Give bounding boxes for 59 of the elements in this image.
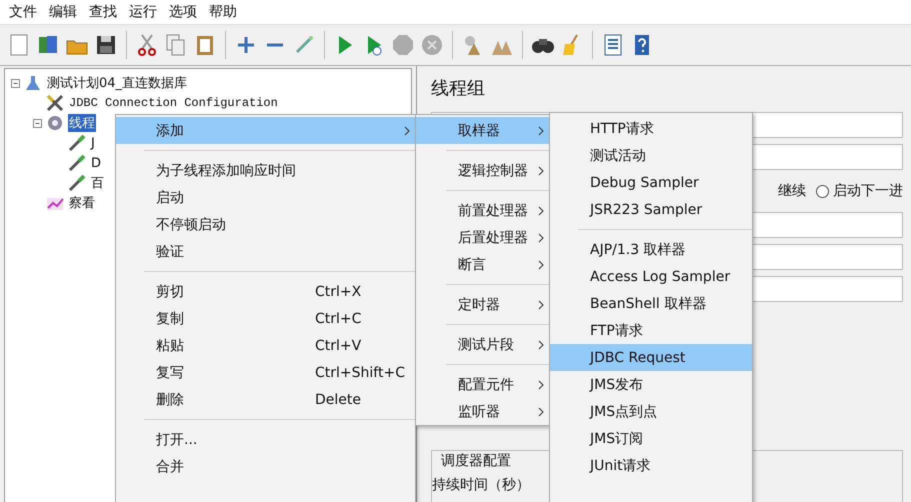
menu-item[interactable]: AJP/1.3 取样器 [550,236,752,263]
menu-item[interactable]: 配置元件 [416,371,549,398]
collapse-toggle[interactable] [11,78,20,88]
sampler-icon [68,134,86,152]
menu-item[interactable]: 删除 Delete [116,386,415,413]
menu-item[interactable]: 不停顿启动 [116,211,415,238]
menu-item[interactable]: BeanShell 取样器 [550,290,752,317]
tree-item[interactable]: 线程 [68,114,96,132]
tree-item[interactable]: 察看 [68,194,96,212]
menu-item[interactable]: 断言 [416,251,549,278]
menu-item[interactable]: 复制 Ctrl+C [116,305,415,332]
menu-item[interactable]: JMS发布 [550,371,752,398]
tree-item[interactable]: J [90,136,96,150]
menu-item[interactable]: JDBC Request [550,344,752,371]
menu-item[interactable]: 剪切 Ctrl+X [116,278,415,305]
menu-item[interactable]: 粘贴 Ctrl+V [116,332,415,359]
collapse-toggle[interactable] [33,118,42,128]
config-icon [46,94,64,112]
menu-item[interactable]: 前置处理器 [416,197,549,224]
tree-item[interactable]: 测试计划04_直连数据库 [46,74,188,92]
menu-item[interactable]: 逻辑控制器 [416,157,549,184]
menu-item[interactable]: JSR223 Sampler [550,196,752,223]
menu-bar-item[interactable]: 编辑 [44,3,82,21]
menu-item[interactable]: 后置处理器 [416,224,549,251]
menu-item[interactable]: JUnit请求 [550,452,752,479]
menu-item[interactable]: 复写 Ctrl+Shift+C [116,359,415,386]
sampler-icon [68,174,86,192]
radio-label: 继续 [778,182,806,200]
menu-item[interactable]: HTTP请求 [550,115,752,142]
menu-item[interactable]: 测试片段 [416,331,549,358]
tree-item[interactable]: D [90,156,102,170]
plan-icon [24,74,42,92]
sampler-icon [68,154,86,172]
menu-item[interactable]: 测试活动 [550,142,752,169]
tree-item[interactable]: JDBC Connection Configuration [68,96,279,110]
menu-item[interactable]: 定时器 [416,291,549,318]
radio-option[interactable]: 启动下一进 [816,182,903,200]
menu-item[interactable]: 合并 [116,453,415,480]
menu-item[interactable]: 打开... [116,426,415,453]
menu-item[interactable]: 取样器 [416,117,549,144]
menu-item[interactable]: Debug Sampler [550,169,752,196]
menu-item[interactable]: 启动 [116,184,415,211]
menu-item[interactable]: Access Log Sampler [550,263,752,290]
menu-bar-item[interactable]: 运行 [124,3,162,21]
menu-item[interactable]: 添加 [116,117,415,144]
menu-item[interactable]: 为子线程添加响应时间 [116,157,415,184]
menu-item[interactable]: JMS订阅 [550,425,752,452]
menu-bar-item[interactable]: 帮助 [204,3,242,21]
menu-bar-item[interactable]: 文件 [4,3,42,21]
menu-bar-item[interactable]: 选项 [164,3,202,21]
tree-item[interactable]: 百 [90,174,105,192]
menu-item[interactable]: 监听器 [416,398,549,425]
menu-item[interactable]: JMS点到点 [550,398,752,425]
menu-item[interactable]: 验证 [116,238,415,265]
menu-bar-item[interactable]: 查找 [84,3,122,21]
menu-item[interactable]: FTP请求 [550,317,752,344]
panel-title: 线程组 [431,77,486,101]
group-icon [46,114,64,132]
duration-label: 持续时间（秒） [432,476,531,494]
